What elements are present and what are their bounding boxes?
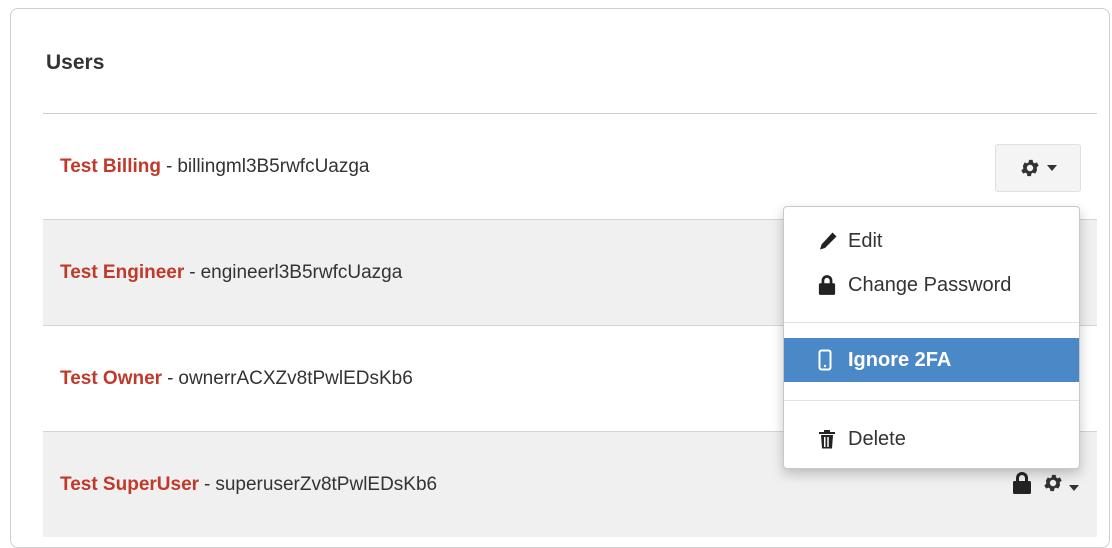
- user-actions-dropdown: Edit Change Password Ignore 2FA Delete: [783, 206, 1080, 469]
- user-name[interactable]: Test Owner: [60, 368, 162, 390]
- separator: -: [189, 261, 196, 283]
- user-username: ownerrACXZv8tPwlEDsKb6: [178, 367, 413, 389]
- user-name[interactable]: Test SuperUser: [60, 474, 199, 496]
- menu-item-label: Change Password: [848, 273, 1012, 296]
- user-username: superuserZv8tPwlEDsKb6: [215, 473, 438, 495]
- separator: -: [165, 155, 173, 177]
- user-actions-button[interactable]: [1042, 472, 1079, 500]
- menu-item-edit[interactable]: Edit: [784, 219, 1079, 263]
- user-name[interactable]: Test Engineer: [60, 262, 184, 284]
- menu-item-label: Ignore 2FA: [848, 348, 952, 371]
- gear-icon: [1042, 472, 1064, 500]
- pencil-icon: [818, 231, 842, 251]
- user-username: billingml3B5rwfcUazga: [177, 155, 370, 177]
- user-name[interactable]: Test Billing: [60, 156, 161, 178]
- menu-divider: [784, 322, 1079, 323]
- lock-icon: [1012, 472, 1032, 500]
- user-username: engineerl3B5rwfcUazga: [200, 261, 403, 283]
- caret-down-icon: [1047, 165, 1057, 171]
- separator: -: [167, 367, 174, 389]
- separator: -: [204, 473, 211, 495]
- panel-title: Users: [46, 51, 105, 74]
- trash-icon: [818, 429, 842, 449]
- menu-item-change-password[interactable]: Change Password: [784, 263, 1079, 307]
- menu-divider: [784, 400, 1079, 401]
- lock-icon: [818, 275, 842, 295]
- gear-icon: [1019, 157, 1041, 179]
- row-icons: [1012, 472, 1079, 500]
- user-row: Test Billing - billingml3B5rwfcUazga: [43, 113, 1097, 219]
- menu-item-label: Delete: [848, 427, 906, 450]
- caret-down-icon: [1069, 475, 1079, 497]
- menu-item-label: Edit: [848, 229, 883, 252]
- phone-icon: [818, 349, 842, 371]
- menu-item-delete[interactable]: Delete: [784, 417, 1079, 461]
- menu-item-ignore-2fa[interactable]: Ignore 2FA: [784, 338, 1079, 382]
- user-actions-button[interactable]: [995, 144, 1081, 192]
